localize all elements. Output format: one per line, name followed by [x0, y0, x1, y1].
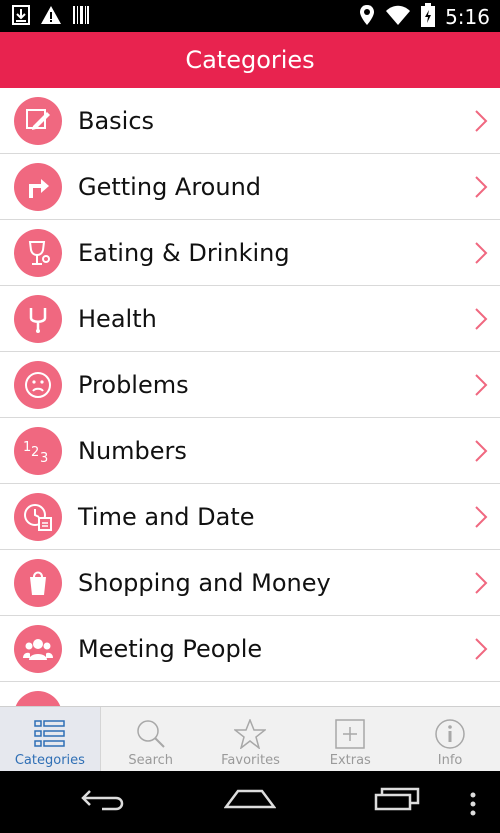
category-item-health[interactable]: Health [0, 286, 500, 352]
list-icon [34, 720, 65, 747]
glass-icon [14, 229, 62, 277]
chevron-right-icon [475, 176, 488, 198]
category-list: Basics Getting Around Eating & Drinking … [0, 88, 500, 706]
chevron-right-icon [475, 308, 488, 330]
tab-info[interactable]: Info [400, 707, 500, 771]
category-item-partial[interactable] [0, 682, 500, 706]
back-button[interactable] [80, 785, 130, 819]
category-label: Eating & Drinking [78, 238, 290, 267]
app-header: Categories [0, 32, 500, 88]
chevron-right-icon [475, 440, 488, 462]
tab-favorites[interactable]: Favorites [201, 707, 301, 771]
category-label: Health [78, 304, 157, 333]
category-item-numbers[interactable]: 123 Numbers [0, 418, 500, 484]
back-icon [81, 790, 124, 811]
barcode-icon [72, 5, 90, 29]
category-label: Problems [78, 370, 189, 399]
category-label: Time and Date [78, 502, 255, 531]
system-nav-bar [0, 771, 500, 833]
category-icon [14, 691, 62, 706]
people-icon [14, 625, 62, 673]
pencil-icon [14, 97, 62, 145]
tab-categories[interactable]: Categories [0, 707, 101, 771]
svg-text:2: 2 [31, 445, 39, 460]
download-icon [12, 5, 30, 29]
category-label: Meeting People [78, 634, 263, 663]
overflow-menu-button[interactable] [468, 791, 478, 821]
tab-search[interactable]: Search [101, 707, 201, 771]
chevron-right-icon [475, 638, 488, 660]
category-item-time-and-date[interactable]: Time and Date [0, 484, 500, 550]
location-icon [359, 4, 375, 30]
svg-text:3: 3 [40, 451, 48, 466]
page-title: Categories [185, 46, 315, 74]
warning-icon [40, 5, 62, 29]
chevron-right-icon [475, 374, 488, 396]
tab-bar: Categories Search Favorites Extras Info [0, 706, 500, 771]
tab-label: Categories [14, 753, 85, 768]
category-label: Getting Around [78, 172, 262, 201]
plus-box-icon [335, 719, 366, 749]
tab-extras[interactable]: Extras [300, 707, 400, 771]
recents-icon [374, 787, 420, 811]
category-item-shopping-and-money[interactable]: Shopping and Money [0, 550, 500, 616]
category-item-getting-around[interactable]: Getting Around [0, 154, 500, 220]
tab-label: Extras [329, 753, 371, 768]
numbers-icon: 123 [14, 427, 62, 475]
info-icon [435, 719, 465, 749]
tab-label: Search [128, 753, 174, 768]
category-label: Numbers [78, 436, 187, 465]
clock-time: 5:16 [445, 5, 490, 29]
star-icon [234, 719, 267, 749]
clock-calendar-icon [14, 493, 62, 541]
chevron-right-icon [475, 506, 488, 528]
recents-button[interactable] [372, 785, 422, 819]
stethoscope-icon [14, 295, 62, 343]
chevron-right-icon [475, 242, 488, 264]
search-icon [136, 720, 165, 748]
sad-face-icon [14, 361, 62, 409]
shopping-bag-icon [14, 559, 62, 607]
battery-icon [421, 3, 436, 31]
tab-label: Favorites [221, 753, 280, 768]
category-item-meeting-people[interactable]: Meeting People [0, 616, 500, 682]
chevron-right-icon [475, 110, 488, 132]
wifi-icon [385, 4, 411, 30]
category-item-eating-drinking[interactable]: Eating & Drinking [0, 220, 500, 286]
chevron-right-icon [475, 572, 488, 594]
tab-label: Info [437, 753, 463, 768]
category-label: Shopping and Money [78, 568, 331, 597]
overflow-menu-icon [470, 792, 476, 816]
status-bar: 5:16 [0, 0, 500, 32]
category-label: Basics [78, 106, 155, 135]
category-item-problems[interactable]: Problems [0, 352, 500, 418]
home-icon [223, 789, 277, 809]
home-button[interactable] [223, 785, 277, 819]
category-item-basics[interactable]: Basics [0, 88, 500, 154]
turn-arrow-icon [14, 163, 62, 211]
